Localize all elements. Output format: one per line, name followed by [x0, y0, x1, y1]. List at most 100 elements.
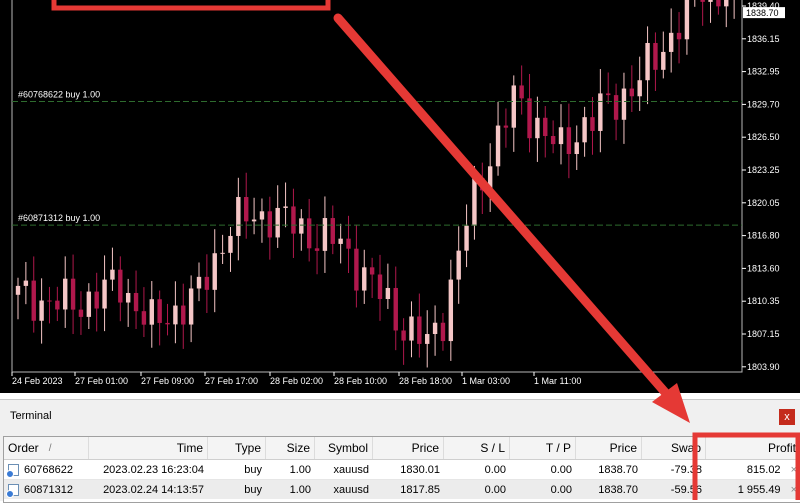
candle-body	[338, 238, 343, 244]
candle-body	[385, 287, 391, 300]
price-axis-label: 1832.95	[747, 67, 780, 77]
candle-body	[94, 291, 99, 309]
candle-body	[244, 197, 249, 222]
candle-body	[15, 285, 21, 295]
close-icon[interactable]: x	[779, 409, 795, 425]
order-swap: -59.56	[670, 483, 702, 496]
candle-body	[55, 300, 60, 310]
candle-body	[118, 269, 123, 303]
candle-body	[377, 274, 383, 300]
candle-body	[645, 42, 650, 81]
time-axis-label: 28 Feb 02:00	[270, 376, 323, 386]
candle-body	[629, 88, 635, 97]
candle-body	[70, 278, 76, 310]
column-header-type[interactable]: Type	[208, 437, 266, 459]
plot-frame	[11, 0, 743, 373]
price-axis-label: 1816.80	[747, 231, 780, 241]
current-price-tag-label: 1838.70	[746, 8, 779, 18]
close-order-icon[interactable]: ×	[791, 484, 797, 496]
column-header-time[interactable]: Time	[89, 437, 208, 459]
candle-body	[78, 309, 84, 317]
time-axis-label: 24 Feb 2023	[12, 376, 63, 386]
candle-body	[47, 300, 52, 302]
time-axis-label: 27 Feb 09:00	[141, 376, 194, 386]
candle-body	[558, 127, 564, 145]
candle-body	[653, 42, 658, 70]
candle-body	[173, 305, 178, 325]
order-size: 1.00	[289, 483, 311, 496]
candle-body	[606, 93, 611, 96]
order-id: 60768622	[24, 463, 73, 476]
order-icon	[6, 463, 19, 478]
candle-body	[330, 218, 335, 244]
candle-body	[440, 322, 446, 342]
candle-body	[503, 125, 509, 128]
candle-body	[464, 225, 469, 251]
price-axis-label: 1823.25	[747, 165, 780, 175]
order-symbol: xauusd	[333, 463, 369, 476]
candle-body	[582, 117, 587, 143]
candle-body	[668, 32, 674, 52]
candle-body	[480, 177, 485, 191]
close-order-icon[interactable]: ×	[791, 464, 797, 476]
candle-body	[86, 291, 92, 317]
candle-body	[165, 322, 170, 325]
candle-body	[259, 211, 265, 220]
candle-body	[267, 211, 273, 238]
candle-body	[700, 0, 705, 2]
column-header-current-price[interactable]: Price	[576, 437, 642, 459]
order-profit: 815.02	[746, 463, 781, 476]
column-header-swap[interactable]: Swap	[642, 437, 706, 459]
price-axis-label: 1826.50	[747, 132, 780, 142]
order-time: 2023.02.24 14:13:57	[103, 483, 204, 496]
candle-body	[228, 235, 233, 253]
column-header-symbol[interactable]: Symbol	[315, 437, 373, 459]
chart-canvas: #60768622 buy 1.00#60871312 buy 1.001839…	[11, 0, 785, 386]
price-chart[interactable]: #60768622 buy 1.00 #60871312 buy 1.00 1839…	[0, 0, 800, 393]
table-row[interactable]: 60871312 2023.02.24 14:13:57 buy 1.00 xa…	[4, 480, 800, 499]
candle-body	[369, 267, 375, 275]
order-stop-loss: 0.00	[484, 463, 506, 476]
time-axis-label: 1 Mar 11:00	[534, 376, 581, 386]
column-header-take-profit[interactable]: T / P	[510, 437, 576, 459]
column-header-order[interactable]: Order /	[4, 437, 89, 459]
column-header-size[interactable]: Size	[266, 437, 315, 459]
candle-body	[362, 267, 367, 291]
candle-body	[212, 253, 217, 290]
candle-body	[613, 95, 619, 120]
candle-body	[409, 316, 414, 341]
candle-body	[23, 280, 29, 286]
candle-body	[196, 276, 202, 289]
order-symbol: xauusd	[333, 483, 369, 496]
order-id: 60871312	[24, 483, 73, 496]
candle-body	[637, 80, 642, 97]
candle-body	[487, 166, 493, 191]
candle-body	[141, 311, 147, 325]
price-axis-label: 1810.35	[747, 296, 780, 306]
order-take-profit: 0.00	[550, 483, 572, 496]
candle-body	[708, 0, 713, 2]
order-stop-loss: 0.00	[484, 483, 506, 496]
price-axis-label: 1813.60	[747, 263, 780, 273]
time-axis-label: 1 Mar 03:00	[462, 376, 510, 386]
order-current-price: 1838.70	[598, 483, 638, 496]
candle-body	[251, 219, 257, 222]
column-header-stop-loss[interactable]: S / L	[444, 437, 510, 459]
candle-body	[661, 51, 666, 70]
order-type: buy	[244, 463, 262, 476]
order-size: 1.00	[289, 463, 311, 476]
table-row[interactable]: 60768622 2023.02.23 16:23:04 buy 1.00 xa…	[4, 460, 800, 480]
time-axis-label: 28 Feb 18:00	[399, 376, 452, 386]
candle-body	[519, 85, 524, 99]
candle-body	[543, 117, 548, 137]
order-current-price: 1838.70	[598, 463, 638, 476]
candle-body	[299, 218, 304, 234]
price-axis-label: 1829.70	[747, 99, 780, 109]
candle-body	[495, 125, 501, 167]
terminal-title: Terminal	[10, 410, 52, 422]
column-header-open-price[interactable]: Price	[373, 437, 444, 459]
candle-body	[220, 252, 225, 254]
order-type: buy	[244, 483, 262, 496]
candle-body	[432, 322, 438, 335]
column-header-profit[interactable]: Profit	[706, 437, 800, 459]
